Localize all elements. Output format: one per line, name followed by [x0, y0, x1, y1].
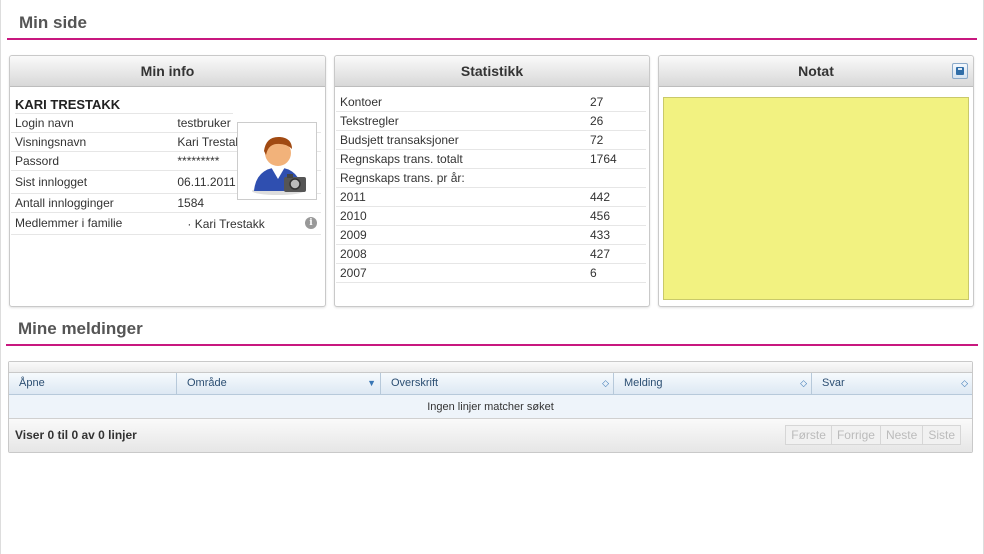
stat-row: 2009 433 — [336, 225, 646, 245]
table-footer: Viser 0 til 0 av 0 linjer Første Forrige… — [9, 419, 972, 452]
info-label: Passord — [11, 151, 174, 171]
column-header-apne[interactable]: Åpne — [9, 373, 177, 395]
stat-label: 2010 — [336, 206, 586, 226]
stat-row: Kontoer 27 — [336, 93, 646, 112]
sort-desc-icon: ▼ — [367, 378, 376, 388]
stat-label: Budsjett transaksjoner — [336, 130, 586, 150]
stat-value — [586, 168, 646, 188]
stat-row: 2011 442 — [336, 187, 646, 207]
column-header-svar[interactable]: Svar ◇ — [812, 373, 972, 395]
column-header-overskrift[interactable]: Overskrift ◇ — [381, 373, 614, 395]
column-label: Melding — [624, 377, 663, 389]
pagination: Første Forrige Neste Siste — [785, 425, 961, 445]
user-full-name: KARI TRESTAKK — [15, 97, 233, 114]
user-photographer-icon — [252, 136, 306, 195]
next-page-button[interactable]: Neste — [879, 425, 924, 445]
table-toolbar — [9, 362, 972, 373]
column-label: Område — [187, 377, 227, 389]
stat-value: 427 — [586, 244, 646, 264]
stat-value: 27 — [586, 93, 646, 112]
page-title: Min side — [19, 13, 88, 32]
info-row-family: Medlemmer i familie · Kari Trestakk i — [11, 212, 321, 235]
column-header-melding[interactable]: Melding ◇ — [614, 373, 812, 395]
column-header-omrade[interactable]: Område ▼ — [177, 373, 381, 395]
column-label: Overskrift — [391, 377, 439, 389]
row-count-summary: Viser 0 til 0 av 0 linjer — [15, 428, 137, 442]
stat-row: Regnskaps trans. pr år: — [336, 168, 646, 188]
info-label: Visningsnavn — [11, 132, 174, 152]
notat-panel: Notat — [658, 55, 974, 307]
stat-value: 26 — [586, 111, 646, 131]
stat-row: 2008 427 — [336, 244, 646, 264]
stat-value: 456 — [586, 206, 646, 226]
stat-label: 2011 — [336, 187, 586, 207]
statistikk-panel: Statistikk Kontoer 27 Tekstregler 26 Budsj… — [334, 55, 650, 307]
stat-value: 442 — [586, 187, 646, 207]
notat-title-bar: Notat — [659, 56, 973, 87]
sort-both-icon: ◇ — [602, 378, 609, 388]
stat-value: 72 — [586, 130, 646, 150]
statistikk-title: Statistikk — [335, 56, 649, 87]
avatar — [237, 122, 317, 200]
first-page-button[interactable]: Første — [785, 425, 832, 445]
dashboard-panels: Min info KARI TRESTAKK Login navn testbr… — [1, 40, 983, 310]
min-side-header: Min side — [7, 0, 977, 40]
stat-label: Kontoer — [336, 93, 586, 112]
min-info-panel: Min info KARI TRESTAKK Login navn testbr… — [9, 55, 326, 307]
column-label: Åpne — [19, 377, 45, 389]
previous-page-button[interactable]: Forrige — [830, 425, 881, 445]
save-icon[interactable] — [952, 63, 968, 79]
column-label: Svar — [822, 377, 845, 389]
last-page-button[interactable]: Siste — [922, 425, 961, 445]
info-label: Antall innlogginger — [11, 193, 174, 213]
empty-table-message: Ingen linjer matcher søket — [9, 395, 972, 419]
messages-table: Åpne Område ▼ Overskrift ◇ Melding ◇ Sva… — [8, 361, 973, 453]
info-icon[interactable]: i — [305, 216, 317, 229]
stat-label: Regnskaps trans. pr år: — [336, 168, 586, 188]
stat-row: 2007 6 — [336, 263, 646, 283]
stat-label: Tekstregler — [336, 111, 586, 131]
info-label: Medlemmer i familie — [11, 212, 174, 235]
notat-title: Notat — [798, 63, 834, 79]
info-label: Sist innlogget — [11, 170, 174, 194]
info-label: Login navn — [11, 114, 174, 133]
min-info-title: Min info — [10, 56, 325, 87]
stat-label: Regnskaps trans. totalt — [336, 149, 586, 169]
sort-both-icon: ◇ — [800, 378, 807, 388]
statistics-table: Kontoer 27 Tekstregler 26 Budsjett transak… — [336, 93, 646, 283]
stat-value: 6 — [586, 263, 646, 283]
stat-label: 2008 — [336, 244, 586, 264]
messages-title: Mine meldinger — [18, 319, 143, 338]
note-textarea[interactable] — [663, 97, 969, 300]
stat-label: 2009 — [336, 225, 586, 245]
stat-row: 2010 456 — [336, 206, 646, 226]
stat-row: Regnskaps trans. totalt 1764 — [336, 149, 646, 169]
stat-row: Tekstregler 26 — [336, 111, 646, 131]
stat-value: 433 — [586, 225, 646, 245]
stat-value: 1764 — [586, 149, 646, 169]
stat-label: 2007 — [336, 263, 586, 283]
stat-row: Budsjett transaksjoner 72 — [336, 130, 646, 150]
mine-meldinger-header: Mine meldinger — [6, 306, 978, 346]
sort-both-icon: ◇ — [961, 378, 968, 388]
family-member: · Kari Trestakk — [187, 216, 265, 231]
table-header: Åpne Område ▼ Overskrift ◇ Melding ◇ Sva… — [9, 373, 972, 395]
